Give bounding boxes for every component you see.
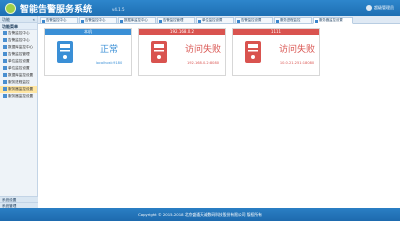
sidebar: 功能 « 功能菜单 告警监控中心 告警监控中心 数据库监控中心 告警监控管理 单… [0,16,38,208]
user-menu[interactable]: 超级管理员 [366,5,394,11]
server-card[interactable]: 本机 正常 localhost:9180 [44,28,132,76]
sidebar-item-active[interactable]: 服务器监控设置 [0,86,37,93]
card-address: 10.0.21.251:18080 [279,61,315,65]
tab[interactable]: 告警监控管理 [157,17,195,24]
sidebar-item[interactable]: 告警监控中心 [0,37,37,44]
card-status: 访问失败 [278,45,315,55]
tab-icon [198,19,201,23]
sidebar-header-label: 功能 [2,17,10,22]
card-address: 192.168.0.2:8080 [186,61,220,65]
server-icon [151,41,167,63]
menu-icon [3,59,7,63]
tab-bar: 告警监控中心 告警监控中心 数据库监控中心 告警监控管理 单位监控设置 告警监控… [38,16,400,24]
menu-icon [3,45,7,49]
sidebar-header: 功能 « [0,16,37,23]
tab[interactable]: 告警监控中心 [40,17,78,24]
app-logo-icon [5,3,16,14]
card-title: 1111 [233,29,319,35]
sidebar-item[interactable]: 单位监控设置 [0,58,37,65]
server-card[interactable]: 1111 访问失败 10.0.21.251:18080 [232,28,320,76]
tab-icon [315,19,318,23]
server-icon [245,41,261,63]
tab[interactable]: 单位监控设置 [196,17,234,24]
server-icon [57,41,73,63]
menu-icon [3,31,7,35]
user-name: 超级管理员 [374,5,394,10]
tab-active[interactable]: 服务器监控设置 [313,17,353,24]
sidebar-item[interactable]: 服务进程监控 [0,79,37,86]
tab-icon [120,19,123,23]
card-title: 192.168.0.2 [139,29,225,35]
card-title: 本机 [45,29,131,35]
app-version: v4.1.5 [112,7,125,12]
card-status: 正常 [99,45,118,55]
sidebar-item[interactable]: 告警监控管理 [0,51,37,58]
sidebar-item[interactable]: 数据库监控中心 [0,44,37,51]
menu-icon [3,73,7,77]
server-card[interactable]: 192.168.0.2 访问失败 192.168.0.2:8080 [138,28,226,76]
menu-icon [3,87,7,91]
app-title: 智能告警服务系统 [20,5,93,15]
user-avatar-icon [366,5,372,11]
tab[interactable]: 告警监控中心 [79,17,117,24]
sidebar-section-title[interactable]: 功能菜单 [0,23,37,30]
main-content: 本机 正常 localhost:9180 192.168.0.2 访问失败 19… [38,24,400,208]
sidebar-item[interactable]: 服务器监控设置 [0,93,37,100]
tab[interactable]: 告警监控设置 [235,17,273,24]
menu-icon [3,80,7,84]
tab[interactable]: 服务进程监控 [274,17,312,24]
tab-icon [159,19,162,23]
sidebar-item[interactable]: 告警监控中心 [0,30,37,37]
tab[interactable]: 数据库监控中心 [118,17,156,24]
copyright-text: Copyright © 2015-2018 北京盛通天诚数码科技股份有限公司 版… [138,212,262,217]
menu-icon [3,94,7,98]
tab-icon [237,19,240,23]
tab-icon [42,19,45,23]
app-header: 智能告警服务系统 v4.1.5 超级管理员 [0,0,400,16]
card-status: 访问失败 [184,45,221,55]
tab-icon [276,19,279,23]
menu-icon [3,66,7,70]
menu-icon [3,52,7,56]
sidebar-footer: 系统设置 系统管理 [0,196,38,208]
collapse-icon[interactable]: « [33,16,35,23]
menu-icon [3,38,7,42]
tab-icon [81,19,84,23]
sidebar-item[interactable]: 数据库监控设置 [0,72,37,79]
sidebar-item[interactable]: 单位监控设置 [0,65,37,72]
card-address: localhost:9180 [95,61,123,65]
app-footer: Copyright © 2015-2018 北京盛通天诚数码科技股份有限公司 版… [0,208,400,221]
